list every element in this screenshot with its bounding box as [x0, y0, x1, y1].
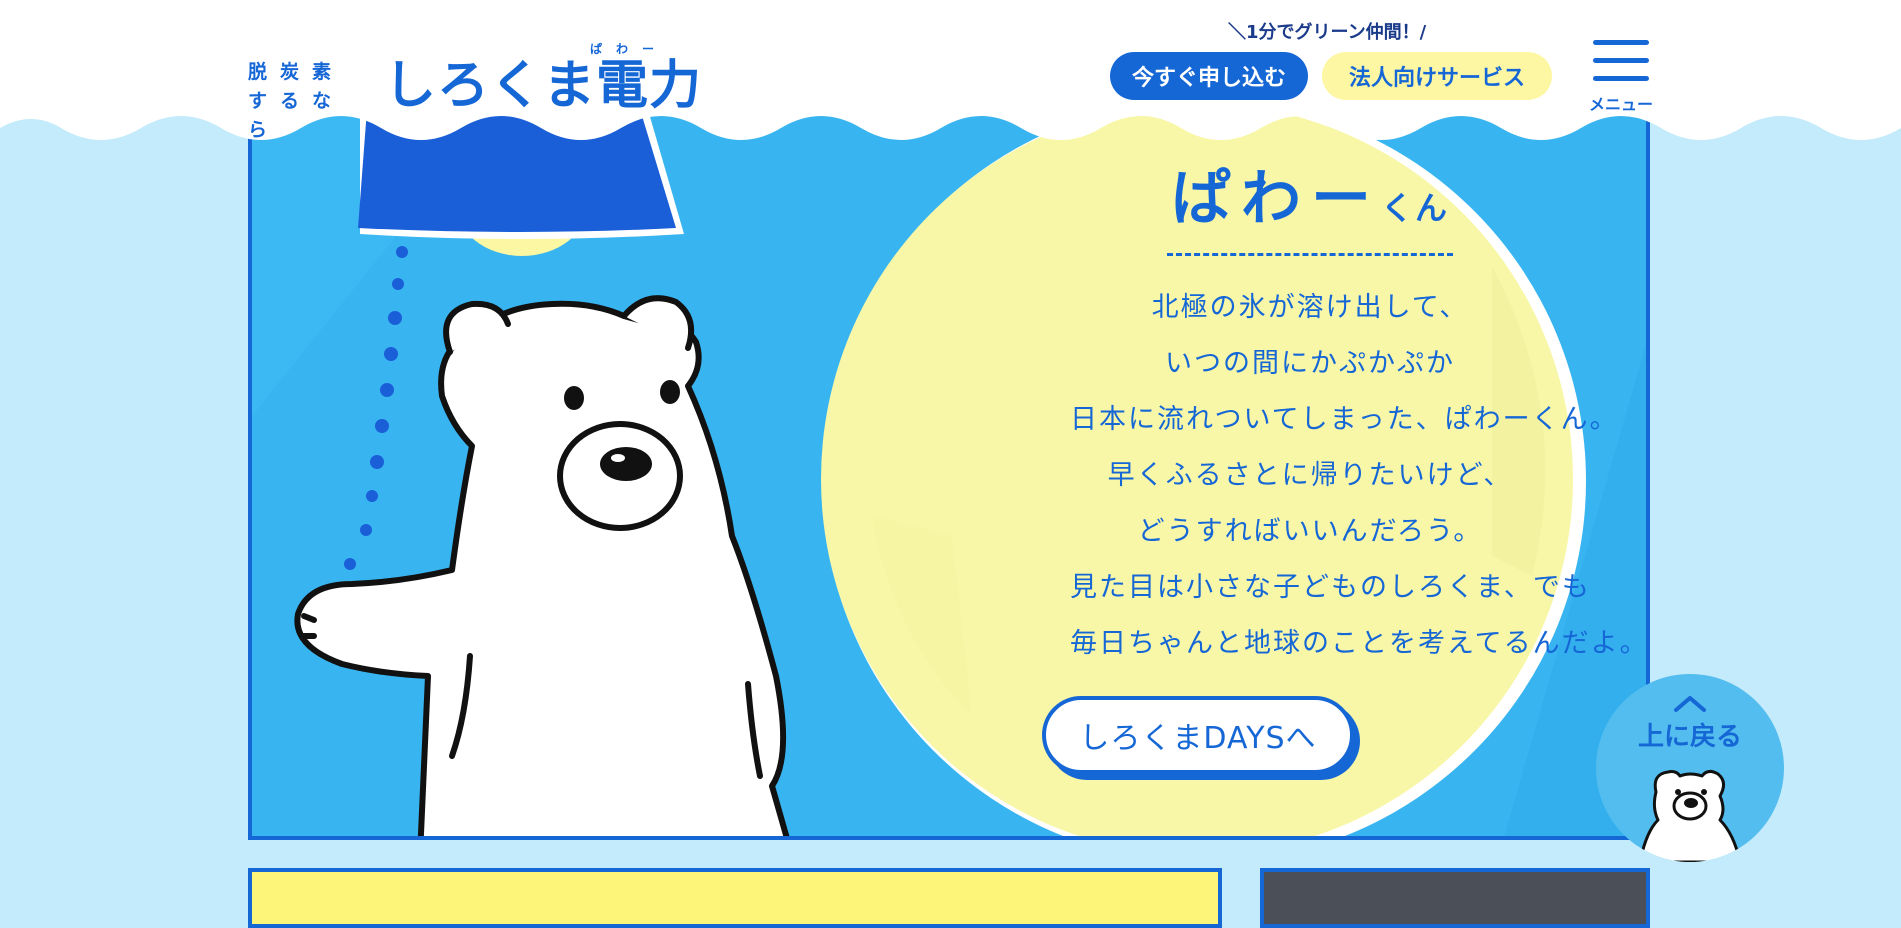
polar-bear-icon [1638, 769, 1742, 862]
story-title-main: ぱわー [1170, 164, 1381, 234]
story-line: 日本に流れついてしまった、ぱわーくん。 [1070, 404, 1619, 435]
logo-tagline-line2: するなら [248, 90, 345, 141]
hero-section: ぱわーくん 北極の氷が溶け出して、 いつの間にかぷかぷか 日本に流れついてしまっ… [248, 112, 1650, 840]
story-block: ぱわーくん 北極の氷が溶け出して、 いつの間にかぷかぷか 日本に流れついてしまっ… [1070, 164, 1649, 672]
site-header: 脱炭素 するなら しろくま電力 ぱわー ＼1分でグリーン仲間！/ 今すぐ申し込む… [0, 0, 1901, 150]
catchphrase: ＼1分でグリーン仲間！/ [1228, 22, 1427, 43]
story-line: 北極の氷が溶け出して、 [1151, 292, 1469, 323]
content-card-left[interactable] [248, 868, 1222, 928]
story-line: 早くふるさとに帰りたいけど、 [1107, 460, 1513, 491]
logo-tagline: 脱炭素 するなら [248, 58, 368, 145]
logo-tagline-line1: 脱炭素 [248, 61, 345, 83]
story-title: ぱわーくん [1166, 164, 1453, 256]
story-line: 見た目は小さな子どものしろくま、でも [1070, 572, 1591, 603]
story-text: 北極の氷が溶け出して、 いつの間にかぷかぷか 日本に流れついてしまった、ぱわーく… [1070, 280, 1649, 672]
story-line: いつの間にかぷかぷか [1165, 348, 1455, 379]
content-card-right[interactable] [1260, 868, 1650, 928]
logo-ruby: ぱわー [590, 42, 669, 56]
corporate-service-button[interactable]: 法人向けサービス [1322, 52, 1552, 100]
back-to-top-label: 上に戻る [1637, 722, 1742, 752]
logo-name: しろくま電力 [384, 56, 703, 116]
site-logo[interactable]: 脱炭素 するなら しろくま電力 ぱわー [248, 42, 701, 141]
chevron-up-icon [1674, 696, 1706, 712]
apply-now-button[interactable]: 今すぐ申し込む [1110, 52, 1308, 100]
story-title-suffix: くん [1380, 189, 1449, 227]
story-line: どうすればいいんだろう。 [1137, 516, 1483, 547]
menu-button[interactable]: メニュー [1584, 38, 1658, 116]
back-to-top-button[interactable]: 上に戻る [1596, 674, 1784, 862]
menu-label: メニュー [1588, 95, 1653, 114]
shirokuma-days-button[interactable]: しろくまDAYSへ [1042, 696, 1354, 774]
story-line: 毎日ちゃんと地球のことを考えてるんだよ。 [1070, 628, 1649, 659]
